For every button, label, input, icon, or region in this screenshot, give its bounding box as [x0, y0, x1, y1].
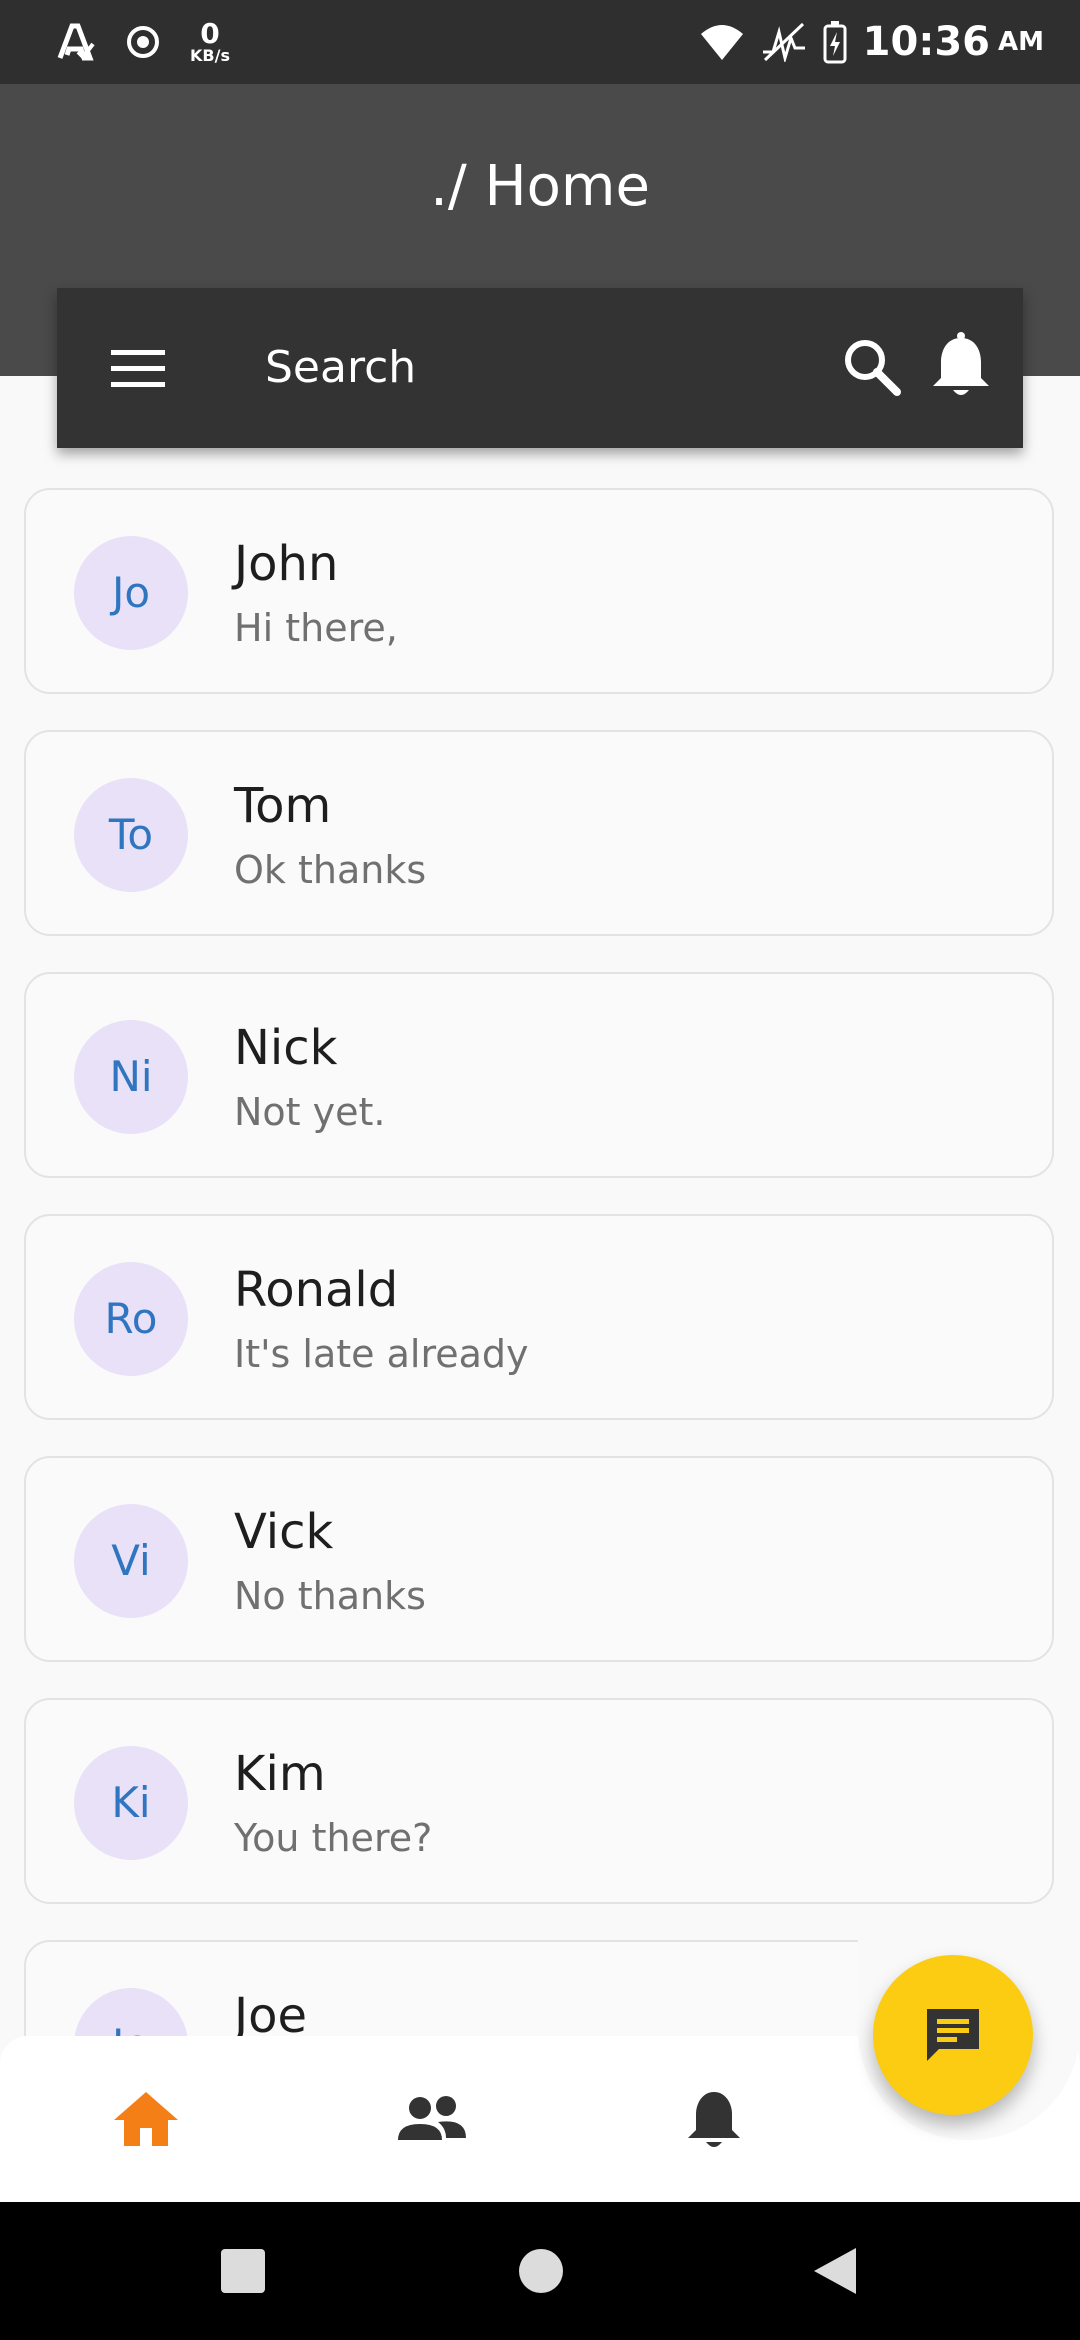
chat-last-message: You there?: [234, 1816, 433, 1860]
avatar: Vi: [74, 1504, 188, 1618]
battery-charging-icon: [823, 21, 847, 64]
avatar: Jo: [74, 536, 188, 650]
network-speed-value: 0: [200, 17, 220, 50]
avatar: To: [74, 778, 188, 892]
chat-last-message: Ok thanks: [234, 848, 427, 892]
chat-item-nick[interactable]: Ni Nick Not yet.: [24, 972, 1054, 1178]
search-icon: [845, 340, 901, 396]
chat-item-vick[interactable]: Vi Vick No thanks: [24, 1456, 1054, 1662]
chat-item-john[interactable]: Jo John Hi there,: [24, 488, 1054, 694]
people-icon: [398, 2096, 466, 2140]
notifications-icon: [688, 2092, 740, 2147]
home-system-button[interactable]: [516, 2246, 566, 2296]
search-button[interactable]: [837, 332, 909, 404]
page-title: ./ Home: [430, 154, 650, 219]
chat-item-kim[interactable]: Ki Kim You there?: [24, 1698, 1054, 1904]
status-right: 10:36 AM: [699, 10, 1044, 74]
network-speed-unit: KB/s: [190, 46, 230, 65]
search-input[interactable]: Search: [265, 338, 416, 398]
recents-icon: [221, 2249, 265, 2293]
nav-home[interactable]: [110, 2084, 182, 2156]
chat-item-tom[interactable]: To Tom Ok thanks: [24, 730, 1054, 936]
chat-name: Nick: [234, 1020, 338, 1076]
signal-icon: [762, 22, 805, 62]
chat-name: Ronald: [234, 1262, 399, 1318]
search-bar[interactable]: Search: [57, 288, 1023, 448]
avatar: Ki: [74, 1746, 188, 1860]
chat-list: Jo John Hi there, To Tom Ok thanks Ni Ni…: [0, 488, 1080, 2036]
new-chat-button[interactable]: [873, 1955, 1033, 2115]
chat-name: Tom: [234, 778, 332, 834]
menu-icon: [111, 350, 165, 387]
nav-notifications[interactable]: [678, 2084, 750, 2156]
network-speed: 0 KB/s: [190, 20, 230, 64]
notifications-button[interactable]: [923, 328, 999, 408]
back-button[interactable]: [810, 2246, 860, 2296]
recents-button[interactable]: [218, 2246, 268, 2296]
chat-last-message: Hi there,: [234, 606, 398, 650]
home-circle-icon: [519, 2249, 563, 2293]
chat-name: Joe: [234, 1988, 308, 2036]
chat-last-message: It's late already: [234, 1332, 529, 1376]
clock-ampm: AM: [998, 27, 1044, 57]
bell-icon: [933, 332, 989, 395]
menu-button[interactable]: [107, 338, 169, 398]
chat-last-message: No thanks: [234, 1574, 426, 1618]
clock-time: 10:36: [862, 19, 990, 65]
chat-name: John: [234, 536, 339, 592]
chat-icon: [927, 2009, 979, 2061]
chat-name: Vick: [234, 1504, 334, 1560]
nav-people[interactable]: [394, 2084, 470, 2156]
record-icon: [127, 26, 159, 58]
autofill-icon: [57, 23, 95, 61]
chat-item-ronald[interactable]: Ro Ronald It's late already: [24, 1214, 1054, 1420]
chat-name: Kim: [234, 1746, 326, 1802]
wifi-icon: [700, 25, 743, 60]
avatar: Jo: [74, 1988, 188, 2036]
avatar: Ni: [74, 1020, 188, 1134]
status-left: 0 KB/s: [56, 14, 230, 70]
chat-last-message: Not yet.: [234, 1090, 386, 1134]
home-icon: [114, 2092, 178, 2146]
avatar: Ro: [74, 1262, 188, 1376]
status-bar: 0 KB/s 10:36 AM: [0, 0, 1080, 84]
back-icon: [814, 2248, 856, 2294]
system-navigation-bar: [0, 2202, 1080, 2340]
